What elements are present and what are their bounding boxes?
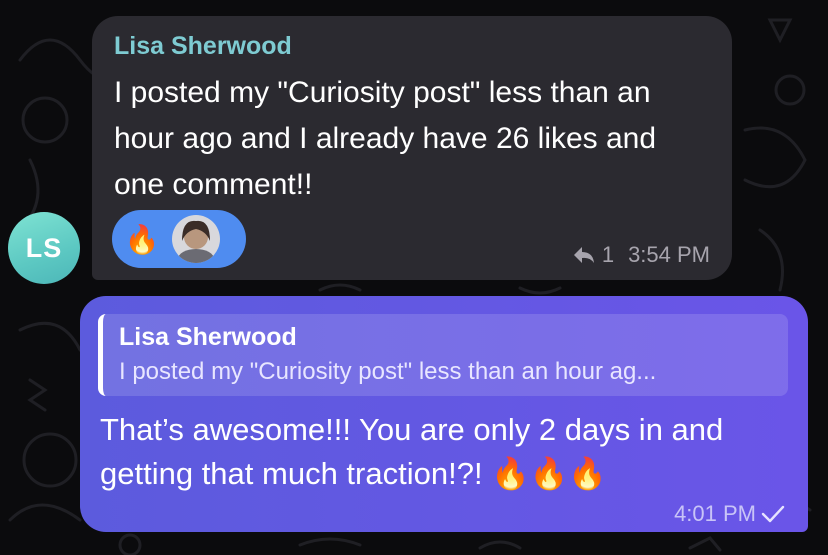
outgoing-message-bubble[interactable]: Lisa Sherwood I posted my "Curiosity pos…	[80, 296, 808, 532]
reaction-pill[interactable]: 🔥	[112, 210, 246, 268]
reactor-avatar-icon[interactable]	[170, 213, 222, 265]
outgoing-timestamp: 4:01 PM	[674, 501, 756, 526]
quoted-sender-name: Lisa Sherwood	[119, 323, 297, 351]
reply-icon[interactable]	[572, 245, 596, 265]
message-text: That’s awesome!!! You are only 2 days in…	[100, 412, 724, 491]
reply-quote[interactable]: Lisa Sherwood I posted my "Curiosity pos…	[98, 314, 788, 396]
incoming-message-bubble[interactable]: Lisa Sherwood I posted my "Curiosity pos…	[92, 16, 732, 280]
sender-avatar[interactable]: LS	[8, 212, 80, 284]
reply-count: 1	[601, 242, 615, 267]
avatar-initials: LS	[25, 232, 63, 263]
quoted-message-text: I posted my "Curiosity post" less than a…	[119, 358, 657, 385]
sender-name[interactable]: Lisa Sherwood	[114, 32, 292, 61]
message-text: I posted my "Curiosity post" less than a…	[114, 76, 657, 201]
incoming-timestamp: 3:54 PM	[628, 242, 710, 267]
incoming-meta: 1 3:54 PM	[572, 242, 710, 268]
outgoing-meta: 4:01 PM	[674, 501, 786, 527]
read-check-icon	[761, 505, 785, 523]
fire-reaction-emoji: 🔥	[124, 223, 160, 255]
